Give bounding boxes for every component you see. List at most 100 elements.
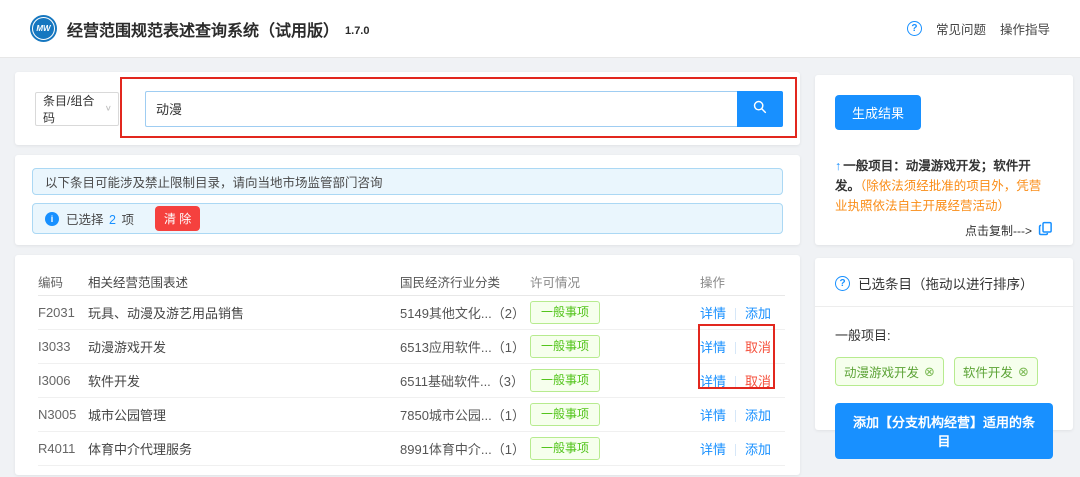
selected-panel: ? 已选条目（拖动以进行排序） 一般项目: 动漫游戏开发 ⊗ 软件开发 ⊗ 添加…: [815, 258, 1073, 430]
tag-close-icon[interactable]: ⊗: [1018, 365, 1029, 378]
row-actions: 详情 取消: [700, 337, 785, 356]
tag-close-icon[interactable]: ⊗: [924, 365, 935, 378]
search-input[interactable]: [145, 91, 737, 127]
search-type-label: 条目/组合码: [43, 92, 105, 126]
action-divider: [735, 342, 736, 354]
help-icon[interactable]: ?: [835, 276, 850, 291]
license-badge: 一般事项: [530, 369, 600, 392]
row-code: F2031: [38, 305, 88, 320]
row-desc: 软件开发: [88, 371, 400, 390]
row-code: R4011: [38, 441, 88, 456]
row-industry: 6513应用软件...（1）: [400, 337, 530, 356]
license-badge: 一般事项: [530, 335, 600, 358]
license-badge: 一般事项: [530, 301, 600, 324]
row-detail-link[interactable]: 详情: [700, 442, 726, 457]
row-action-secondary[interactable]: 取消: [745, 374, 771, 389]
table-row: N3005 城市公园管理 7850城市公园...（1） 一般事项 详情 添加: [38, 398, 785, 432]
header-links: ? 常见问题 操作指导: [907, 19, 1050, 38]
table-row: I3033 动漫游戏开发 6513应用软件...（1） 一般事项 详情取消: [38, 330, 785, 364]
notice-card: 以下条目可能涉及禁止限制目录，请向当地市场监管部门咨询 i 已选择 2 项 清 …: [15, 155, 800, 245]
search-button[interactable]: [737, 91, 783, 127]
faq-link[interactable]: 常见问题: [936, 19, 986, 38]
copy-row: 点击复制--->: [835, 221, 1053, 239]
row-desc: 体育中介代理服务: [88, 439, 400, 458]
action-divider: [735, 444, 736, 456]
row-detail-link[interactable]: 详情: [700, 374, 726, 389]
row-detail-link[interactable]: 详情: [700, 306, 726, 321]
col-header-action: 操作: [700, 272, 785, 291]
group-label: 一般项目:: [835, 325, 1053, 344]
selected-tag[interactable]: 软件开发 ⊗: [954, 357, 1038, 386]
row-action-secondary[interactable]: 添加: [745, 408, 771, 423]
selection-bar: i 已选择 2 项 清 除: [32, 203, 783, 234]
chevron-down-icon: ∨: [105, 104, 112, 113]
results-table: 编码 相关经营范围表述 国民经济行业分类 许可情况 操作 F2031 玩具、动漫…: [15, 255, 800, 466]
table-row: I3006 软件开发 6511基础软件...（3） 一般事项 详情 取消: [38, 364, 785, 398]
row-actions: 详情 添加: [700, 303, 785, 322]
tag-label: 动漫游戏开发: [844, 362, 919, 381]
tag-label: 软件开发: [963, 362, 1013, 381]
col-header-industry: 国民经济行业分类: [400, 272, 530, 291]
row-industry: 6511基础软件...（3）: [400, 371, 530, 390]
restriction-warning: 以下条目可能涉及禁止限制目录，请向当地市场监管部门咨询: [32, 168, 783, 195]
row-actions: 详情 添加: [700, 439, 785, 458]
action-divider: [735, 308, 736, 320]
search-type-select[interactable]: 条目/组合码 ∨: [35, 92, 119, 126]
row-license: 一般事项: [530, 301, 700, 324]
row-action-secondary[interactable]: 添加: [745, 306, 771, 321]
copy-icon[interactable]: [1038, 221, 1053, 239]
selected-tags: 动漫游戏开发 ⊗ 软件开发 ⊗: [835, 357, 1053, 386]
license-badge: 一般事项: [530, 437, 600, 460]
col-header-desc: 相关经营范围表述: [88, 272, 400, 291]
magnifier-icon: [752, 99, 768, 118]
question-circle-icon: ?: [907, 21, 922, 36]
info-icon: i: [45, 212, 59, 226]
license-badge: 一般事项: [530, 403, 600, 426]
row-detail-link[interactable]: 详情: [700, 408, 726, 423]
arrow-up-icon: ↑: [835, 159, 841, 173]
row-industry: 8991体育中介...（1）: [400, 439, 530, 458]
results-table-card: 编码 相关经营范围表述 国民经济行业分类 许可情况 操作 F2031 玩具、动漫…: [15, 255, 800, 475]
row-desc: 玩具、动漫及游艺用品销售: [88, 303, 400, 322]
result-note: （除依法须经批准的项目外，凭营业执照依法自主开展经营活动）: [835, 179, 1041, 213]
row-code: N3005: [38, 407, 88, 422]
selected-panel-header: ? 已选条目（拖动以进行排序）: [815, 258, 1073, 307]
generate-result-button[interactable]: 生成结果: [835, 95, 921, 130]
row-industry: 7850城市公园...（1）: [400, 405, 530, 424]
table-body: F2031 玩具、动漫及游艺用品销售 5149其他文化...（2） 一般事项 详…: [38, 296, 785, 466]
row-license: 一般事项: [530, 403, 700, 426]
table-header-row: 编码 相关经营范围表述 国民经济行业分类 许可情况 操作: [38, 268, 785, 296]
row-industry: 5149其他文化...（2）: [400, 303, 530, 322]
row-actions: 详情 添加: [700, 405, 785, 424]
table-row: F2031 玩具、动漫及游艺用品销售 5149其他文化...（2） 一般事项 详…: [38, 296, 785, 330]
row-detail-link[interactable]: 详情: [700, 340, 726, 355]
row-action-secondary[interactable]: 添加: [745, 442, 771, 457]
selected-tag[interactable]: 动漫游戏开发 ⊗: [835, 357, 944, 386]
logo-letters: MW: [30, 15, 57, 42]
result-panel: 生成结果 ↑一般项目：动漫游戏开发；软件开发。（除依法须经批准的项目外，凭营业执…: [815, 75, 1073, 245]
selected-count: 2: [109, 213, 116, 227]
selected-prefix: 已选择: [66, 213, 104, 227]
brand: MW 经营范围规范表述查询系统（试用版） 1.7.0: [30, 15, 369, 42]
clear-selection-button[interactable]: 清 除: [155, 206, 200, 231]
row-license: 一般事项: [530, 335, 700, 358]
search-group: [145, 91, 783, 127]
row-license: 一般事项: [530, 437, 700, 460]
restriction-warning-text: 以下条目可能涉及禁止限制目录，请向当地市场监管部门咨询: [45, 172, 383, 191]
search-card: 条目/组合码 ∨: [15, 72, 800, 145]
app-version: 1.7.0: [345, 25, 369, 37]
action-divider: [735, 376, 736, 388]
row-action-secondary[interactable]: 取消: [745, 340, 771, 355]
selected-panel-title: 已选条目（拖动以进行排序）: [858, 273, 1034, 293]
row-license: 一般事项: [530, 369, 700, 392]
col-header-code: 编码: [38, 272, 88, 291]
app-title: 经营范围规范表述查询系统（试用版）: [67, 17, 339, 41]
row-code: I3006: [38, 373, 88, 388]
copy-hint[interactable]: 点击复制--->: [965, 222, 1032, 239]
result-text: ↑一般项目：动漫游戏开发；软件开发。（除依法须经批准的项目外，凭营业执照依法自主…: [835, 156, 1053, 216]
row-desc: 城市公园管理: [88, 405, 400, 424]
selected-text: 已选择 2 项: [66, 209, 134, 228]
row-actions: 详情 取消: [700, 371, 785, 390]
selected-panel-body: 一般项目: 动漫游戏开发 ⊗ 软件开发 ⊗ 添加【分支机构经营】适用的条目: [815, 307, 1073, 477]
guide-link[interactable]: 操作指导: [1000, 19, 1050, 38]
